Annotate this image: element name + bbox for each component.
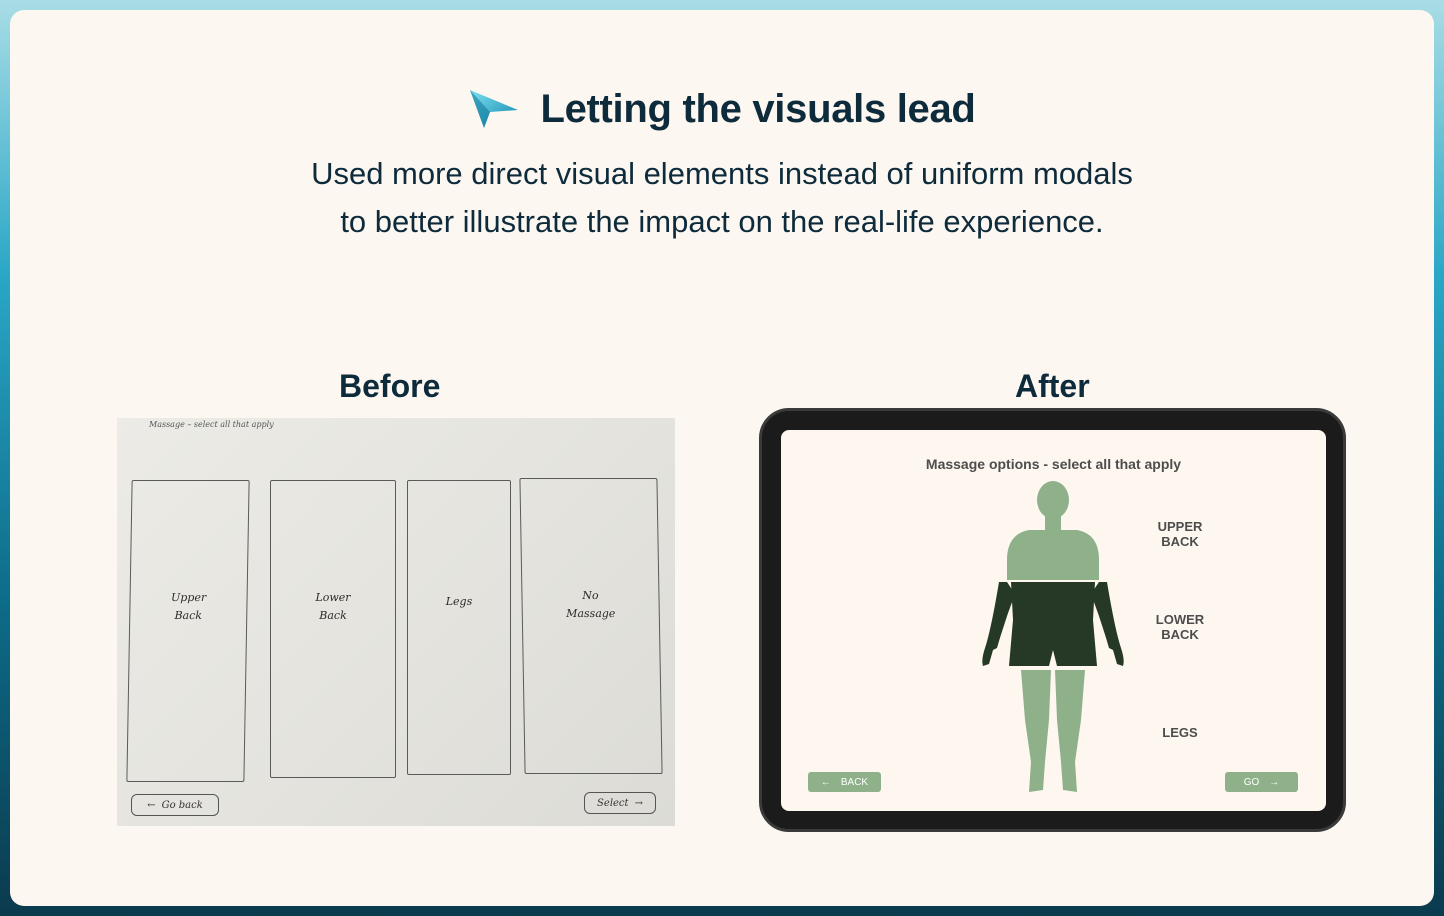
sketch-label: Back [174, 609, 203, 622]
sketch-panel-upper-back: Upper Back [126, 480, 250, 782]
before-sketch-photo: Massage – select all that apply Upper Ba… [117, 418, 675, 826]
go-button-label: GO [1243, 776, 1260, 788]
content-card: Letting the visuals lead Used more direc… [10, 10, 1434, 906]
back-button[interactable]: ← BACK [808, 772, 881, 792]
lower-back-line2: BACK [1161, 627, 1199, 642]
sketch-label: Lower [315, 591, 351, 604]
subtitle-line-1: Used more direct visual elements instead… [311, 156, 1133, 191]
arrow-right-icon: → [1269, 776, 1280, 788]
arrow-left-icon: ← [820, 776, 831, 788]
sketch-panel-legs: Legs [407, 480, 511, 775]
back-button-label: BACK [840, 776, 869, 788]
title-row: Letting the visuals lead [10, 84, 1434, 135]
page-subtitle: Used more direct visual elements instead… [10, 150, 1434, 246]
sketch-panel-no-massage: No Massage [519, 478, 663, 774]
paper-plane-icon [468, 84, 520, 135]
page-title: Letting the visuals lead [540, 87, 976, 131]
sketch-select-label: Select [597, 797, 629, 809]
sketch-label: Legs [445, 595, 473, 608]
sketch-header-text: Massage – select all that apply [149, 420, 274, 429]
sketch-label: Upper [170, 591, 207, 604]
screen-title: Massage options - select all that apply [925, 456, 1182, 472]
sketch-select-button: Select → [584, 792, 656, 814]
label-lower-back[interactable]: LOWER BACK [1140, 612, 1220, 642]
sketch-go-back-label: Go back [161, 799, 203, 811]
label-legs[interactable]: LEGS [1140, 725, 1220, 740]
sketch-label: Massage [566, 607, 616, 620]
before-heading: Before [339, 368, 441, 404]
body-figure [982, 481, 1124, 792]
upper-back-line1: UPPER [1157, 519, 1203, 534]
subtitle-line-2: to better illustrate the impact on the r… [340, 204, 1104, 239]
sketch-panel-lower-back: Lower Back [270, 480, 396, 778]
body-head [1037, 481, 1069, 519]
go-button[interactable]: GO → [1225, 772, 1298, 792]
arrow-left-icon: ← [147, 799, 156, 811]
after-heading: After [1015, 368, 1090, 404]
body-region-lower-back[interactable] [1009, 582, 1097, 666]
upper-back-line2: BACK [1161, 534, 1199, 549]
sketch-label: Back [319, 609, 347, 622]
body-region-upper-back[interactable] [1007, 530, 1099, 580]
tablet-mockup: Massage options - select all that apply … [759, 408, 1346, 832]
body-region-legs[interactable] [1021, 670, 1051, 792]
arrow-right-icon: → [634, 797, 643, 809]
lower-back-line1: LOWER [1155, 612, 1205, 627]
tablet-screen: Massage options - select all that apply … [781, 430, 1326, 811]
sketch-go-back-button: ← Go back [131, 794, 219, 816]
sketch-label: No [582, 589, 599, 602]
label-upper-back[interactable]: UPPER BACK [1140, 519, 1220, 549]
